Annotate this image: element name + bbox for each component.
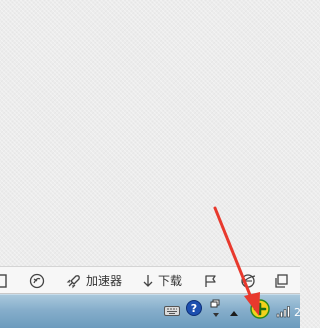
help-tray-button[interactable]: ?: [185, 300, 203, 320]
browser-status-toolbar: 加速器 下载: [0, 266, 300, 294]
keyboard-icon: [164, 302, 180, 321]
clock-partial[interactable]: 2: [294, 303, 302, 321]
accelerator-label: 加速器: [86, 274, 123, 288]
download-label: 下载: [158, 274, 183, 288]
help-icon: ?: [186, 300, 202, 320]
browser-e-icon: [240, 273, 256, 289]
windows-taskbar: ? 2: [0, 294, 302, 328]
flag-icon: [204, 273, 218, 289]
page-content-area: [0, 0, 300, 266]
show-hidden-icons-button[interactable]: [227, 303, 241, 319]
show-hidden-icons-arrow: [229, 302, 239, 321]
toolbar-browser-button[interactable]: [240, 267, 256, 294]
network-tray-button[interactable]: [275, 303, 293, 321]
toolbar-flag-button[interactable]: [204, 267, 218, 294]
window-switch-icon: [210, 298, 222, 324]
restore-window-icon: [274, 273, 290, 289]
add-circle-icon: [250, 299, 270, 323]
rocket-icon: [66, 273, 82, 289]
toolbar-refresh-button[interactable]: [29, 267, 45, 294]
toolbar-restore-button[interactable]: [274, 267, 290, 294]
window-switch-tray-button[interactable]: [208, 299, 224, 323]
signal-bars-icon: [276, 303, 292, 322]
svg-text:?: ?: [191, 302, 197, 315]
add-tray-button[interactable]: [249, 299, 271, 323]
toolbar-accelerator-button[interactable]: 加速器: [66, 267, 122, 294]
refresh-circle-icon: [29, 273, 45, 289]
keyboard-tray-button[interactable]: [163, 303, 181, 319]
window-icon: [0, 273, 8, 289]
download-arrow-icon: [142, 273, 154, 289]
toolbar-window-button[interactable]: [0, 267, 8, 294]
toolbar-download-button[interactable]: 下载: [142, 267, 182, 294]
